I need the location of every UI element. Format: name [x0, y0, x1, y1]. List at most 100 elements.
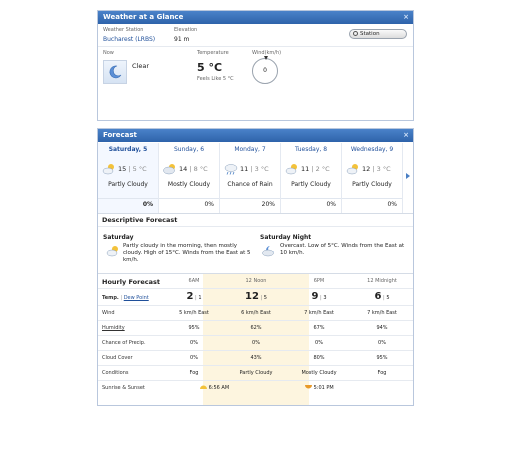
row-value: Fog [189, 370, 199, 376]
wind-value: 0 [263, 67, 267, 74]
sunrise-sunset-label: Sunrise & Sunset [102, 385, 145, 391]
day-precip: 0% [387, 201, 397, 208]
day-condition: Mostly Cloudy [167, 181, 211, 188]
day-high: 12 [362, 165, 371, 173]
day-tab[interactable]: Saturday, 5 15 | 5 °C Partly Cloudy 0% [98, 143, 159, 213]
day-low: 8 °C [193, 165, 208, 173]
partly-cloudy-icon [285, 164, 297, 175]
day-name: Sunday, 6 [173, 146, 205, 153]
row-value: Mostly Cloudy [301, 370, 337, 376]
day-divider [159, 198, 219, 199]
day-low: 2 °C [315, 165, 330, 173]
row-label: Wind [102, 310, 115, 316]
weather-at-a-glance-panel: Weather at a Glance × Weather Station Bu… [97, 10, 414, 121]
hour-temp: 9 [311, 291, 319, 302]
day-low: 3 °C [254, 165, 269, 173]
crescent-moon-icon [103, 60, 127, 84]
row-value: 6 km/h East [241, 310, 271, 316]
mostly-cloudy-icon [163, 164, 175, 175]
sunset-time: 5:01 PM [313, 385, 334, 391]
station-button[interactable]: Station [349, 29, 407, 39]
descriptive-forecast-title: Descriptive Forecast [102, 216, 178, 224]
day-condition: Chance of Rain [227, 181, 273, 188]
hour-label: 6PM [313, 278, 325, 284]
station-name-link[interactable]: Bucharest (LRBS) [103, 36, 155, 43]
station-radio-icon [353, 31, 358, 36]
hour-label: 12 Midnight [367, 278, 397, 284]
glance-divider [98, 46, 413, 47]
desc-day-title: Saturday [103, 234, 134, 241]
day-high: 11 [240, 165, 249, 173]
temp-row: Temp. | Dew Point 2 | 1 12 | 5 9 | 3 6 |… [98, 288, 413, 306]
day-condition: Partly Cloudy [352, 181, 392, 188]
sunset-icon [305, 385, 312, 389]
desc-day-text: Partly cloudy in the morning, then mostl… [123, 243, 251, 263]
row-value: 5 km/h East [179, 310, 209, 316]
temp-label: Temp. [102, 295, 119, 301]
desc-night-title: Saturday Night [260, 234, 312, 241]
hourly-row: Cloud Cover 0% 43% 80% 95% [98, 350, 413, 366]
day-divider [281, 198, 341, 199]
next-days-arrow-icon[interactable] [406, 173, 410, 179]
row-value: 0% [252, 340, 260, 346]
day-tab[interactable]: Tuesday, 8 11 | 2 °C Partly Cloudy 0% [281, 143, 342, 213]
sun-row: Sunrise & Sunset 6:56 AM 5:01 PM [98, 380, 413, 398]
cloudy-night-icon [262, 246, 274, 257]
day-precip: 0% [142, 201, 153, 208]
row-value: 0% [190, 340, 198, 346]
elevation-value: 91 m [174, 36, 190, 43]
glance-title: Weather at a Glance [103, 13, 184, 21]
row-value: 0% [378, 340, 386, 346]
desc-night-text: Overcast. Low of 5°C. Winds from the Eas… [280, 243, 405, 256]
partly-cloudy-icon [106, 246, 118, 257]
row-value: 7 km/h East [367, 310, 397, 316]
row-value: 43% [250, 355, 262, 361]
day-tab[interactable]: Wednesday, 9 12 | 3 °C Partly Cloudy 0% [342, 143, 403, 213]
row-label: Cloud Cover [102, 355, 133, 361]
day-name: Saturday, 5 [108, 146, 148, 153]
row-value: 95% [376, 355, 388, 361]
row-value: 95% [188, 325, 200, 331]
day-name: Tuesday, 8 [294, 146, 328, 153]
hourly-row: Chance of Precip. 0% 0% 0% 0% [98, 335, 413, 351]
day-high: 11 [301, 165, 310, 173]
day-condition: Partly Cloudy [291, 181, 331, 188]
hour-label: 12 Noon [245, 278, 267, 284]
partly-cloudy-icon [102, 164, 114, 175]
row-label: Chance of Precip. [102, 340, 146, 346]
elevation-label: Elevation [174, 27, 198, 33]
day-precip: 0% [326, 201, 336, 208]
day-tabs: Saturday, 5 15 | 5 °C Partly Cloudy 0% S… [98, 143, 403, 213]
humidity-link[interactable]: Humidity [102, 325, 125, 331]
hour-label: 6AM [188, 278, 200, 284]
partly-cloudy-icon [346, 164, 358, 175]
dew-point-link[interactable]: Dew Point [124, 295, 149, 301]
hour-dew: 3 [323, 295, 327, 301]
row-value: Fog [377, 370, 387, 376]
day-low: 3 °C [376, 165, 391, 173]
day-high: 14 [179, 165, 188, 173]
row-label: Conditions [102, 370, 129, 376]
wind-dial: 0 [252, 56, 278, 84]
row-value: 0% [190, 355, 198, 361]
day-divider [342, 198, 402, 199]
glance-close-icon[interactable]: × [403, 11, 409, 24]
forecast-close-icon[interactable]: × [403, 129, 409, 142]
day-tab[interactable]: Sunday, 6 14 | 8 °C Mostly Cloudy 0% [159, 143, 220, 213]
day-tab[interactable]: Monday, 7 11 | 3 °C Chance of Rain 20% [220, 143, 281, 213]
day-name: Wednesday, 9 [350, 146, 394, 153]
sunrise-icon [200, 385, 207, 389]
row-value: 94% [376, 325, 388, 331]
day-name: Monday, 7 [234, 146, 266, 153]
row-value: Partly Cloudy [239, 370, 273, 376]
hourly-forecast-title: Hourly Forecast [102, 278, 160, 286]
hourly-forecast: Hourly Forecast 6AM 12 Noon 6PM 12 Midni… [98, 273, 413, 405]
feels-like-text: Feels Like 5 °C [197, 76, 234, 82]
row-value: 0% [315, 340, 323, 346]
day-divider [220, 198, 280, 199]
hour-dew: 1 [198, 295, 202, 301]
forecast-header: Forecast × [98, 129, 413, 142]
day-precip: 0% [204, 201, 214, 208]
temperature-label: Temperature [197, 50, 229, 56]
section-divider [98, 273, 413, 274]
